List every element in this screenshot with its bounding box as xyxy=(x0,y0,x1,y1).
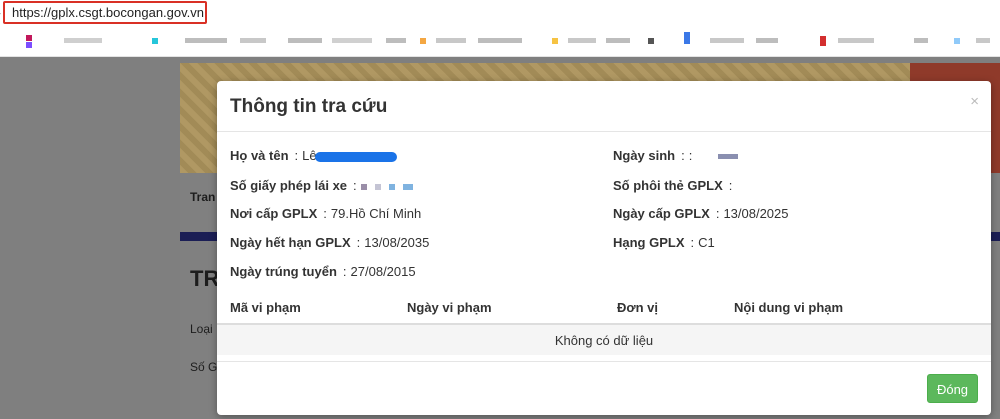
field-label: Số giấy phép lái xe xyxy=(230,178,348,193)
field-name: Họ và tên: Lê xyxy=(230,148,397,163)
field-separator: : xyxy=(690,235,695,250)
field-card-serial: Số phôi thẻ GPLX: xyxy=(613,178,736,193)
field-label: Số phôi thẻ GPLX xyxy=(613,178,723,193)
field-expiry-date: Ngày hết hạn GPLX:13/08/2035 xyxy=(230,235,429,250)
bookmark-icon[interactable] xyxy=(420,38,426,44)
field-value: 27/08/2015 xyxy=(350,264,416,279)
field-label: Hạng GPLX xyxy=(613,235,685,250)
bookmark-item[interactable] xyxy=(756,38,778,43)
field-license-class: Hạng GPLX: C1 xyxy=(613,235,715,250)
field-separator: : xyxy=(356,235,361,250)
bookmark-item[interactable] xyxy=(838,38,874,43)
field-value: : xyxy=(688,148,693,163)
bg-label: Số G xyxy=(190,360,218,374)
bookmark-item[interactable] xyxy=(478,38,522,43)
close-icon[interactable]: × xyxy=(970,93,979,110)
field-label: Ngày sinh xyxy=(613,148,676,163)
bookmark-item[interactable] xyxy=(976,38,990,43)
bookmark-item[interactable] xyxy=(386,38,406,43)
redaction-mark xyxy=(314,151,397,162)
bookmark-icon[interactable] xyxy=(552,38,558,44)
field-separator: : xyxy=(342,264,347,279)
field-value: 13/08/2025 xyxy=(723,206,789,221)
bookmark-icon[interactable] xyxy=(954,38,960,44)
nav-strip xyxy=(990,232,1000,241)
field-value: 79.Hồ Chí Minh xyxy=(330,206,422,221)
redaction-mark xyxy=(360,183,367,190)
bookmark-icon[interactable] xyxy=(26,42,32,48)
modal-footer xyxy=(217,361,991,362)
field-separator: : xyxy=(728,178,733,193)
bookmark-icon[interactable] xyxy=(152,38,158,44)
bookmark-item[interactable] xyxy=(288,38,322,43)
field-label: Họ và tên xyxy=(230,148,289,163)
bookmark-item[interactable] xyxy=(914,38,928,43)
table-row: Không có dữ liệu xyxy=(217,325,991,355)
redaction-mark xyxy=(718,154,739,160)
redaction-mark xyxy=(402,183,413,190)
field-pass-date: Ngày trúng tuyển:27/08/2015 xyxy=(230,264,416,279)
close-button[interactable]: Đóng xyxy=(927,374,978,403)
bg-label: Loại xyxy=(190,322,213,336)
nav-strip xyxy=(180,232,220,241)
bookmarks-bar xyxy=(0,28,1000,57)
field-label: Ngày hết hạn GPLX xyxy=(230,235,351,250)
url-text[interactable]: https://gplx.csgt.bocongan.gov.vn xyxy=(12,5,204,20)
address-bar: › https://gplx.csgt.bocongan.gov.vn xyxy=(0,0,1000,28)
field-issue-date: Ngày cấp GPLX:13/08/2025 xyxy=(613,206,789,221)
field-license-number: Số giấy phép lái xe: xyxy=(230,178,421,193)
field-separator: : xyxy=(715,206,720,221)
column-header: Ngày vi phạm xyxy=(407,300,492,315)
field-separator: : xyxy=(681,148,685,163)
empty-table-message: Không có dữ liệu xyxy=(554,333,654,348)
field-separator: : xyxy=(353,178,357,193)
field-label: Ngày trúng tuyển xyxy=(230,264,337,279)
modal-title: Thông tin tra cứu xyxy=(230,96,388,117)
field-separator: : xyxy=(323,206,327,221)
bookmark-icon[interactable] xyxy=(648,38,654,44)
field-value: 13/08/2035 xyxy=(364,235,430,250)
field-label: Ngày cấp GPLX xyxy=(613,206,710,221)
bookmark-item[interactable] xyxy=(436,38,466,43)
column-header: Nội dung vi phạm xyxy=(734,300,844,315)
bookmark-icon[interactable] xyxy=(684,32,690,44)
field-separator: : xyxy=(294,148,299,163)
field-value: C1 xyxy=(698,235,715,250)
lookup-modal: Thông tin tra cứu × Họ và tên: Lê Ngày si… xyxy=(217,81,991,415)
bookmark-item[interactable] xyxy=(240,38,266,43)
bookmark-icon[interactable] xyxy=(820,36,826,46)
field-label: Nơi cấp GPLX xyxy=(230,206,318,221)
back-icon[interactable]: › xyxy=(0,6,1,20)
column-header: Đơn vị xyxy=(617,300,659,315)
redaction-mark xyxy=(388,183,395,190)
bookmark-item[interactable] xyxy=(185,38,227,43)
violations-table-header: Mã vi phạm Ngày vi phạm Đơn vị Nội dung … xyxy=(217,295,991,325)
bg-nav-text: Tran xyxy=(190,190,216,204)
bookmark-item[interactable] xyxy=(606,38,630,43)
bookmark-item[interactable] xyxy=(332,38,372,43)
field-birthdate: Ngày sinh:: xyxy=(613,148,746,163)
modal-header: Thông tin tra cứu × xyxy=(217,81,991,132)
field-issue-place: Nơi cấp GPLX:79.Hồ Chí Minh xyxy=(230,206,421,221)
bookmark-item[interactable] xyxy=(710,38,744,43)
bookmark-item[interactable] xyxy=(568,38,596,43)
redaction-mark xyxy=(374,183,381,190)
bookmark-icon[interactable] xyxy=(26,35,32,41)
column-header: Mã vi phạm xyxy=(230,300,301,315)
bg-heading: TR xyxy=(190,266,220,291)
bookmark-item[interactable] xyxy=(64,38,102,43)
